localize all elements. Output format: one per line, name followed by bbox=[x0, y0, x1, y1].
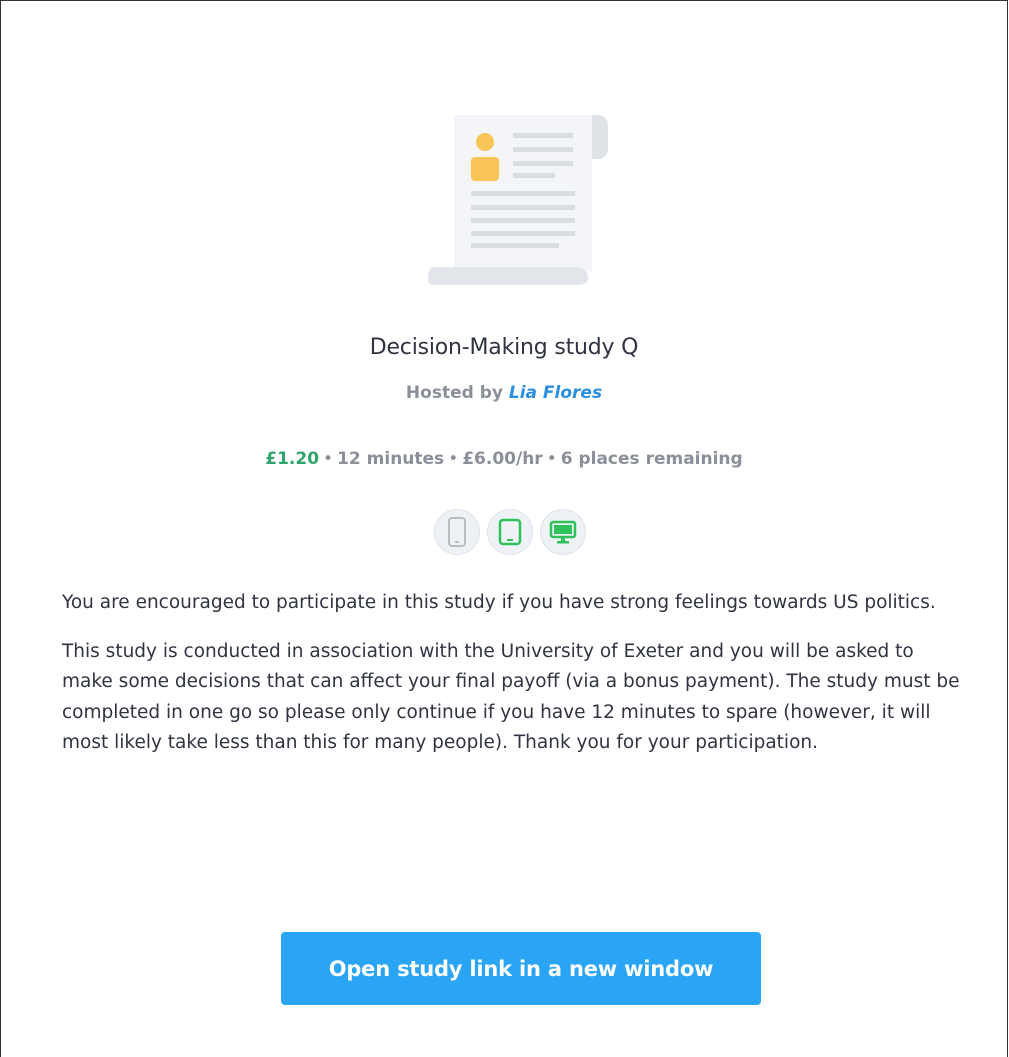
desktop-icon bbox=[540, 509, 586, 555]
document-illustration-icon bbox=[428, 115, 608, 285]
duration: 12 minutes bbox=[337, 449, 445, 469]
host-name-link[interactable]: Lia Flores bbox=[509, 383, 602, 403]
device-compatibility bbox=[434, 509, 586, 555]
hosted-by: Hosted by Lia Flores bbox=[1, 383, 1007, 403]
separator: • bbox=[448, 449, 459, 469]
separator: • bbox=[323, 449, 334, 469]
study-title: Decision-Making study Q bbox=[369, 335, 639, 360]
description-paragraph: This study is conducted in association w… bbox=[62, 640, 960, 754]
places-remaining: 6 places remaining bbox=[560, 449, 743, 469]
separator: • bbox=[546, 449, 557, 469]
hourly-rate: £6.00/hr bbox=[462, 449, 543, 469]
tablet-icon bbox=[487, 509, 533, 555]
description-paragraph: You are encouraged to participate in thi… bbox=[62, 592, 936, 613]
reward-amount: £1.20 bbox=[265, 449, 320, 469]
study-meta: £1.20 • 12 minutes • £6.00/hr • 6 places remai… bbox=[1, 449, 1007, 469]
mobile-icon bbox=[434, 509, 480, 555]
hosted-by-label: Hosted by bbox=[405, 383, 503, 403]
open-study-button[interactable]: Open study link in a new window bbox=[281, 932, 761, 1005]
study-card: Decision-Making study Q Hosted by Lia Fl… bbox=[0, 0, 1008, 1057]
study-description: You are encouraged to participate in thi… bbox=[62, 588, 962, 777]
